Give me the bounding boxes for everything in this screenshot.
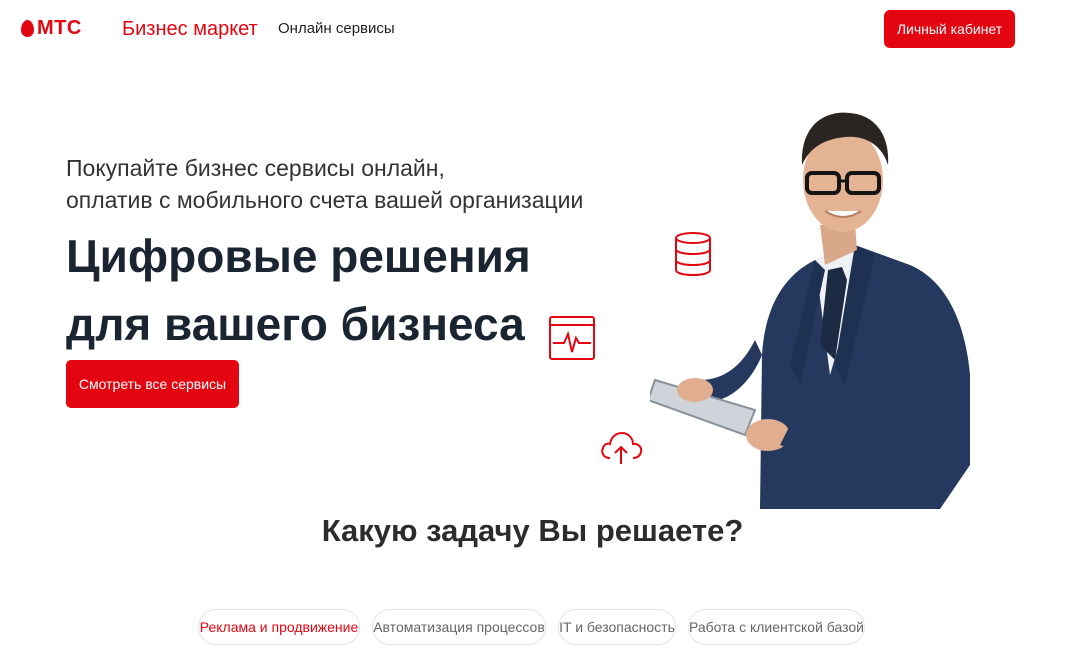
header: МТС Бизнес маркет Онлайн сервисы Личный … [0, 0, 1065, 58]
tag-customer-base[interactable]: Работа с клиентской базой [688, 609, 865, 645]
hero-subtitle: Покупайте бизнес сервисы онлайн, оплатив… [66, 152, 646, 216]
logo-text: МТС [37, 17, 82, 39]
tag-it-security[interactable]: IT и безопасность [558, 609, 676, 645]
personal-cabinet-button[interactable]: Личный кабинет [884, 10, 1015, 48]
hero-subtitle-line2: оплатив с мобильного счета вашей организ… [66, 187, 584, 213]
brand-title[interactable]: Бизнес маркет [122, 17, 258, 41]
hero-title: Цифровые решения для вашего бизнеса [66, 222, 531, 358]
hero-title-line2: для вашего бизнеса [66, 298, 525, 350]
mts-logo[interactable]: МТС [21, 17, 82, 39]
tag-advertising[interactable]: Реклама и продвижение [198, 609, 360, 645]
database-icon [675, 232, 711, 277]
hero-title-line1: Цифровые решения [66, 230, 531, 282]
view-all-services-button[interactable]: Смотреть все сервисы [66, 360, 239, 408]
tag-automation[interactable]: Автоматизация процессов [372, 609, 546, 645]
businessman-image [650, 112, 970, 509]
monitor-pulse-icon [549, 316, 595, 360]
mts-egg-icon [21, 19, 34, 37]
task-tags: Реклама и продвижение Автоматизация проц… [198, 609, 877, 645]
nav-link-online-services[interactable]: Онлайн сервисы [278, 20, 395, 38]
task-question-heading: Какую задачу Вы решаете? [321, 513, 744, 548]
hero-subtitle-line1: Покупайте бизнес сервисы онлайн, [66, 155, 445, 181]
cloud-upload-icon [601, 431, 643, 464]
